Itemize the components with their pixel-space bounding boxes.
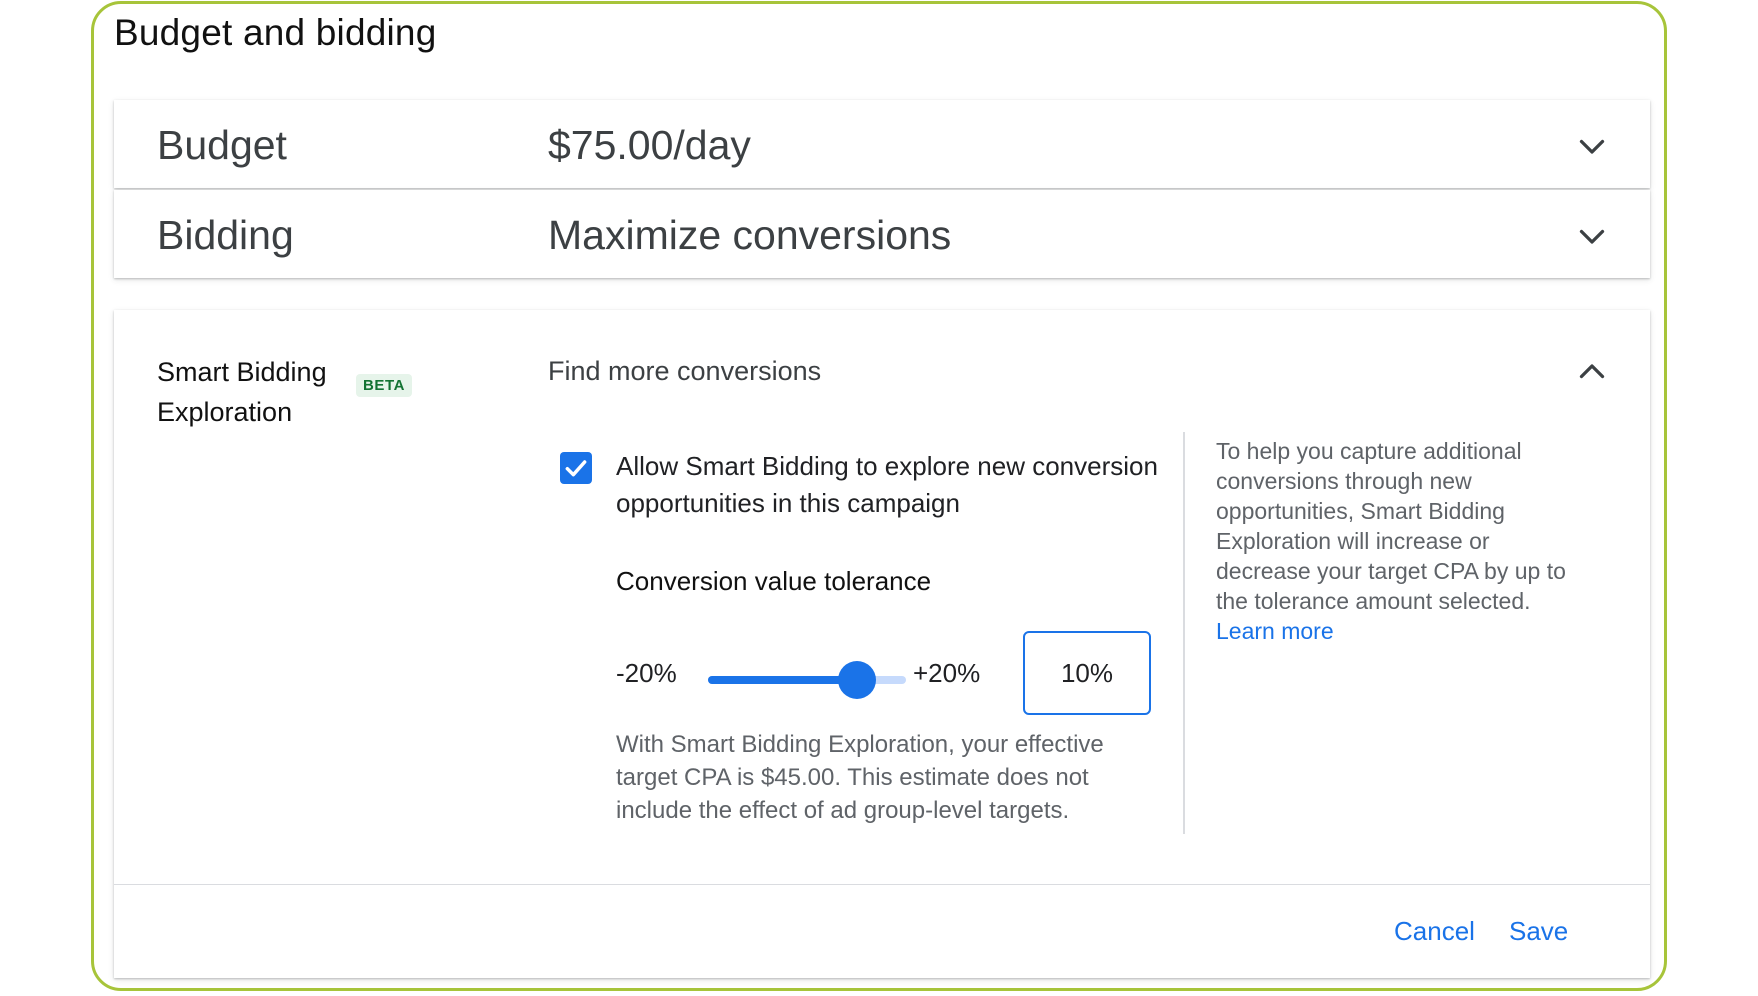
tolerance-slider[interactable]	[708, 661, 906, 699]
tolerance-input[interactable]	[1023, 631, 1151, 715]
help-text: To help you capture additional conversio…	[1216, 436, 1576, 646]
exploration-heading: Find more conversions	[548, 356, 822, 386]
save-button[interactable]: Save	[1499, 908, 1578, 955]
chevron-down-icon[interactable]	[1574, 128, 1610, 164]
tolerance-label: Conversion value tolerance	[616, 566, 932, 596]
chevron-up-icon[interactable]	[1574, 354, 1610, 390]
slider-fill	[708, 676, 857, 684]
cancel-button[interactable]: Cancel	[1384, 908, 1485, 955]
footer-divider	[114, 884, 1650, 885]
explore-checkbox[interactable]	[560, 452, 592, 484]
budget-value: $75.00/day	[548, 122, 751, 168]
bidding-label: Bidding	[157, 212, 294, 258]
section-title: Budget and bidding	[114, 12, 437, 53]
exploration-title: Smart Bidding Exploration	[157, 357, 327, 427]
vertical-divider	[1183, 432, 1185, 834]
slider-min-label: -20%	[616, 658, 677, 688]
budget-bidding-panel: Budget and bidding Budget $75.00/day Bid…	[91, 1, 1667, 991]
slider-max-label: +20%	[913, 658, 981, 688]
beta-badge: BETA	[356, 374, 413, 397]
budget-label: Budget	[157, 122, 287, 168]
help-text-body: To help you capture additional conversio…	[1216, 438, 1566, 614]
smart-bidding-exploration-card: Smart Bidding Exploration BETA Find more…	[114, 310, 1650, 978]
chevron-down-icon[interactable]	[1574, 218, 1610, 254]
slider-thumb[interactable]	[837, 661, 876, 699]
explore-checkbox-label[interactable]: Allow Smart Bidding to explore new conve…	[616, 448, 1176, 522]
check-icon	[565, 460, 587, 477]
learn-more-link[interactable]: Learn more	[1216, 618, 1334, 644]
budget-row[interactable]: Budget $75.00/day	[114, 100, 1650, 188]
bidding-value: Maximize conversions	[548, 212, 952, 258]
target-cpa-estimate: With Smart Bidding Exploration, your eff…	[616, 731, 1104, 824]
bidding-row[interactable]: Bidding Maximize conversions	[114, 190, 1650, 278]
